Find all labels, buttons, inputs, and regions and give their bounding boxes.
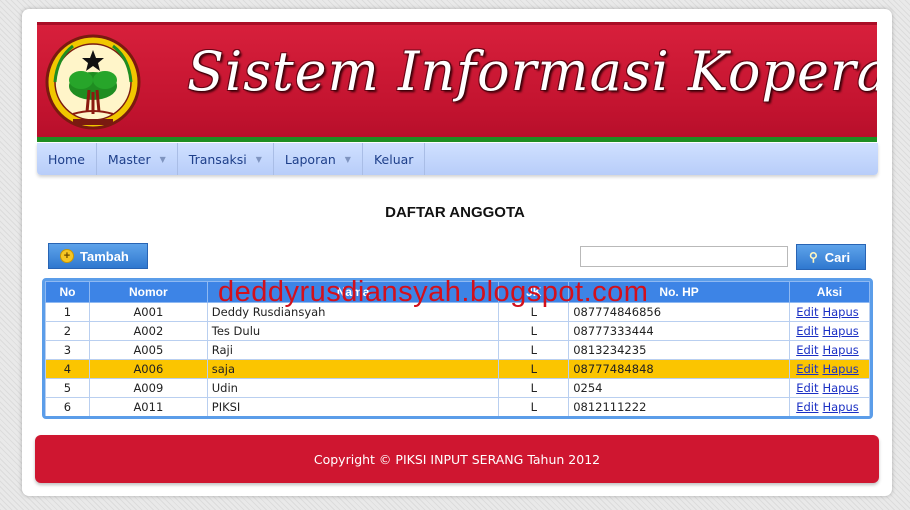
table-header-row: No Nomor Nama JK No. HP Aksi xyxy=(45,281,870,303)
table-row-highlighted: 4 A006 saja L 08777484848 Edit Hapus xyxy=(45,359,870,379)
nav-home[interactable]: Home xyxy=(37,143,97,175)
delete-link[interactable]: Hapus xyxy=(822,381,858,395)
cell-nomor: A011 xyxy=(88,397,208,416)
cell-jk: L xyxy=(498,397,570,416)
cell-aksi: Edit Hapus xyxy=(788,340,870,360)
koperasi-emblem-logo xyxy=(45,34,141,130)
nav-laporan-label: Laporan xyxy=(284,151,336,167)
footer-bar: Copyright © PIKSI INPUT SERANG Tahun 201… xyxy=(35,435,879,483)
column-header-aksi: Aksi xyxy=(788,281,870,303)
cell-jk: L xyxy=(498,378,570,398)
header-banner: Sistem Informasi Koperasi xyxy=(37,22,877,142)
edit-link[interactable]: Edit xyxy=(796,381,818,395)
cell-aksi: Edit Hapus xyxy=(788,302,870,322)
banner-top-line xyxy=(37,22,877,25)
cell-nama: Udin xyxy=(206,378,500,398)
cell-nama: PIKSI xyxy=(206,397,500,416)
plus-circle-icon: + xyxy=(60,249,74,263)
nav-home-label: Home xyxy=(48,151,85,167)
cell-jk: L xyxy=(498,340,570,360)
cell-no: 1 xyxy=(45,302,90,322)
cell-hp: 08777484848 xyxy=(568,359,790,379)
cell-nama: Deddy Rusdiansyah xyxy=(206,302,500,322)
nav-master[interactable]: Master ▼ xyxy=(97,143,178,175)
table-row: 5 A009 Udin L 0254 Edit Hapus xyxy=(45,378,870,398)
main-navbar: Home Master ▼ Transaksi ▼ Laporan ▼ Keluar xyxy=(37,143,878,175)
cell-aksi: Edit Hapus xyxy=(788,378,870,398)
delete-link[interactable]: Hapus xyxy=(822,362,858,376)
cell-no: 4 xyxy=(45,359,90,379)
nav-laporan[interactable]: Laporan ▼ xyxy=(274,143,363,175)
cell-hp: 087774846856 xyxy=(568,302,790,322)
member-table: No Nomor Nama JK No. HP Aksi 1 A001 Dedd… xyxy=(45,281,870,416)
edit-link[interactable]: Edit xyxy=(796,305,818,319)
delete-link[interactable]: Hapus xyxy=(822,305,858,319)
column-header-hp: No. HP xyxy=(568,281,790,303)
edit-link[interactable]: Edit xyxy=(796,362,818,376)
table-row: 6 A011 PIKSI L 0812111222 Edit Hapus xyxy=(45,397,870,416)
cell-nomor: A009 xyxy=(88,378,208,398)
caret-down-icon: ▼ xyxy=(255,154,262,164)
cell-no: 5 xyxy=(45,378,90,398)
search-button[interactable]: ⚲ Cari xyxy=(796,244,866,270)
cell-hp: 0812111222 xyxy=(568,397,790,416)
cell-no: 2 xyxy=(45,321,90,341)
cell-nomor: A002 xyxy=(88,321,208,341)
cell-nama: saja xyxy=(206,359,500,379)
cell-no: 3 xyxy=(45,340,90,360)
cell-nama: Raji xyxy=(206,340,500,360)
page-title: DAFTAR ANGGOTA xyxy=(385,204,525,221)
column-header-nama: Nama xyxy=(206,281,500,303)
cell-no: 6 xyxy=(45,397,90,416)
cell-hp: 0254 xyxy=(568,378,790,398)
column-header-no: No xyxy=(45,281,90,303)
cell-aksi: Edit Hapus xyxy=(788,321,870,341)
delete-link[interactable]: Hapus xyxy=(822,324,858,338)
nav-keluar[interactable]: Keluar xyxy=(363,143,426,175)
table-row: 2 A002 Tes Dulu L 08777333444 Edit Hapus xyxy=(45,321,870,341)
cell-hp: 08777333444 xyxy=(568,321,790,341)
cell-jk: L xyxy=(498,359,570,379)
cell-hp: 0813234235 xyxy=(568,340,790,360)
add-member-button[interactable]: + Tambah xyxy=(48,243,148,269)
caret-down-icon: ▼ xyxy=(159,154,166,164)
edit-link[interactable]: Edit xyxy=(796,343,818,357)
table-row: 1 A001 Deddy Rusdiansyah L 087774846856 … xyxy=(45,302,870,322)
cell-aksi: Edit Hapus xyxy=(788,359,870,379)
delete-link[interactable]: Hapus xyxy=(822,343,858,357)
search-input[interactable] xyxy=(580,246,788,267)
footer-copyright: Copyright © PIKSI INPUT SERANG Tahun 201… xyxy=(313,451,601,467)
table-row: 3 A005 Raji L 0813234235 Edit Hapus xyxy=(45,340,870,360)
delete-link[interactable]: Hapus xyxy=(822,400,858,414)
nav-transaksi[interactable]: Transaksi ▼ xyxy=(178,143,274,175)
cell-nomor: A006 xyxy=(88,359,208,379)
cell-nama: Tes Dulu xyxy=(206,321,500,341)
edit-link[interactable]: Edit xyxy=(796,400,818,414)
app-title: Sistem Informasi Koperasi xyxy=(187,40,877,103)
edit-link[interactable]: Edit xyxy=(796,324,818,338)
cell-aksi: Edit Hapus xyxy=(788,397,870,416)
nav-transaksi-label: Transaksi xyxy=(188,151,247,167)
column-header-nomor: Nomor xyxy=(88,281,208,303)
cell-jk: L xyxy=(498,321,570,341)
nav-master-label: Master xyxy=(107,151,151,167)
nav-keluar-label: Keluar xyxy=(373,151,414,167)
member-table-container: No Nomor Nama JK No. HP Aksi 1 A001 Dedd… xyxy=(42,278,873,419)
cell-jk: L xyxy=(498,302,570,322)
cell-nomor: A001 xyxy=(88,302,208,322)
magnifier-icon: ⚲ xyxy=(809,250,818,264)
add-button-label: Tambah xyxy=(80,248,129,264)
caret-down-icon: ▼ xyxy=(344,154,351,164)
column-header-jk: JK xyxy=(498,281,570,303)
cell-nomor: A005 xyxy=(88,340,208,360)
search-button-label: Cari xyxy=(824,249,851,265)
